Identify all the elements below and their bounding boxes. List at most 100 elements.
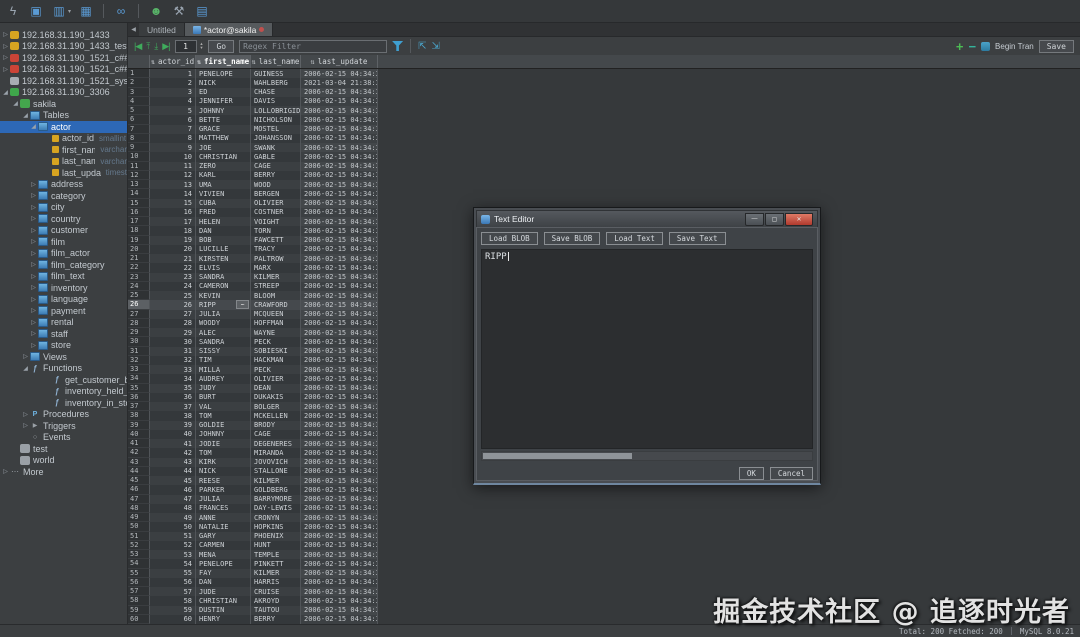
cell-actor-id[interactable]: 38 bbox=[150, 411, 196, 420]
cancel-button[interactable]: Cancel bbox=[770, 467, 813, 480]
column-item[interactable]: actor_idsmallint bbox=[0, 133, 127, 145]
row-number-cell[interactable]: 14 bbox=[128, 189, 150, 198]
cell-first-name[interactable]: BOB bbox=[196, 236, 251, 245]
save-grid-button[interactable]: Save bbox=[1039, 40, 1074, 53]
cell-last-name[interactable]: HOPKINS bbox=[251, 522, 301, 531]
cell-actor-id[interactable]: 17 bbox=[150, 217, 196, 226]
cell-last-update[interactable]: 2006-02-15 04:34:33 bbox=[301, 134, 378, 143]
cell-first-name[interactable]: NICK bbox=[196, 78, 251, 87]
row-number-cell[interactable]: 10 bbox=[128, 152, 150, 161]
cell-last-update[interactable]: 2006-02-15 04:34:33 bbox=[301, 448, 378, 457]
table-row[interactable]: 5454PENELOPEPINKETT2006-02-15 04:34:33 bbox=[128, 559, 1080, 568]
cell-last-update[interactable]: 2006-02-15 04:34:33 bbox=[301, 180, 378, 189]
tree-expand-arrow[interactable]: ▷ bbox=[29, 204, 38, 211]
table-row[interactable]: 11PENELOPEGUINESS2006-02-15 04:34:33 bbox=[128, 69, 1080, 78]
cell-last-name[interactable]: BERRY bbox=[251, 615, 301, 624]
cell-last-name[interactable]: STALLONE bbox=[251, 467, 301, 476]
cell-actor-id[interactable]: 42 bbox=[150, 448, 196, 457]
cell-actor-id[interactable]: 2 bbox=[150, 78, 196, 87]
cell-first-name[interactable]: RIPP… bbox=[196, 300, 251, 309]
tables-node[interactable]: ◢Tables bbox=[0, 110, 127, 122]
first-row-icon[interactable]: |◀ bbox=[134, 41, 141, 52]
cell-last-update[interactable]: 2006-02-15 04:34:33 bbox=[301, 596, 378, 605]
cell-last-name[interactable]: DEGENERES bbox=[251, 439, 301, 448]
tree-expand-arrow[interactable]: ◢ bbox=[11, 100, 20, 107]
load-blob-button[interactable]: Load BLOB bbox=[481, 232, 538, 245]
cell-last-name[interactable]: WAYNE bbox=[251, 328, 301, 337]
cell-last-name[interactable]: CRAWFORD bbox=[251, 300, 301, 309]
cell-first-name[interactable]: DAN bbox=[196, 226, 251, 235]
table-row[interactable]: 77GRACEMOSTEL2006-02-15 04:34:33 bbox=[128, 125, 1080, 134]
cell-actor-id[interactable]: 52 bbox=[150, 541, 196, 550]
cell-last-update[interactable]: 2006-02-15 04:34:33 bbox=[301, 97, 378, 106]
cell-last-update[interactable]: 2006-02-15 04:34:33 bbox=[301, 550, 378, 559]
cell-last-update[interactable]: 2021-03-04 21:38:33 bbox=[301, 78, 378, 87]
sort-icon[interactable]: ⇅ bbox=[151, 58, 155, 66]
cell-actor-id[interactable]: 24 bbox=[150, 282, 196, 291]
tree-expand-arrow[interactable]: ▷ bbox=[29, 181, 38, 188]
cell-first-name[interactable]: BURT bbox=[196, 393, 251, 402]
cell-first-name[interactable]: GRACE bbox=[196, 125, 251, 134]
user-manager-icon[interactable]: ☻ bbox=[148, 3, 164, 19]
cell-first-name[interactable]: PARKER bbox=[196, 485, 251, 494]
table-item[interactable]: ▷payment bbox=[0, 305, 127, 317]
delete-row-icon[interactable]: − bbox=[968, 39, 976, 54]
table-item[interactable]: ▷film_text bbox=[0, 271, 127, 283]
cell-last-update[interactable]: 2006-02-15 04:34:33 bbox=[301, 291, 378, 300]
cell-first-name[interactable]: LUCILLE bbox=[196, 245, 251, 254]
cell-actor-id[interactable]: 39 bbox=[150, 421, 196, 430]
function-item[interactable]: ƒinventory_held_by_cust... bbox=[0, 386, 127, 398]
cell-first-name[interactable]: VAL bbox=[196, 402, 251, 411]
cell-first-name[interactable]: JODIE bbox=[196, 439, 251, 448]
tab-scroll-left-icon[interactable]: ◀ bbox=[128, 23, 139, 36]
cell-last-update[interactable]: 2006-02-15 04:34:33 bbox=[301, 485, 378, 494]
cell-last-update[interactable]: 2006-02-15 04:34:33 bbox=[301, 282, 378, 291]
row-number-cell[interactable]: 46 bbox=[128, 485, 150, 494]
table-item[interactable]: ▷city bbox=[0, 202, 127, 214]
cell-first-name[interactable]: ANNE bbox=[196, 513, 251, 522]
cell-last-name[interactable]: PHOENIX bbox=[251, 532, 301, 541]
tree-expand-arrow[interactable]: ▷ bbox=[29, 273, 38, 280]
table-row[interactable]: 88MATTHEWJOHANSSON2006-02-15 04:34:33 bbox=[128, 134, 1080, 143]
cell-last-update[interactable]: 2006-02-15 04:34:33 bbox=[301, 106, 378, 115]
cell-first-name[interactable]: FRED bbox=[196, 208, 251, 217]
tree-expand-arrow[interactable]: ▷ bbox=[21, 353, 30, 360]
tree-expand-arrow[interactable]: ▷ bbox=[1, 31, 10, 38]
cell-last-name[interactable]: DEAN bbox=[251, 384, 301, 393]
row-number-cell[interactable]: 7 bbox=[128, 125, 150, 134]
cell-actor-id[interactable]: 20 bbox=[150, 245, 196, 254]
row-number-cell[interactable]: 44 bbox=[128, 467, 150, 476]
cell-last-name[interactable]: PINKETT bbox=[251, 559, 301, 568]
cell-last-update[interactable]: 2006-02-15 04:34:33 bbox=[301, 374, 378, 383]
cell-first-name[interactable]: TOM bbox=[196, 448, 251, 457]
cell-last-update[interactable]: 2006-02-15 04:34:33 bbox=[301, 319, 378, 328]
cell-actor-id[interactable]: 26 bbox=[150, 300, 196, 309]
row-number-cell[interactable]: 28 bbox=[128, 319, 150, 328]
save-text-button[interactable]: Save Text bbox=[669, 232, 726, 245]
cell-last-name[interactable]: KILMER bbox=[251, 273, 301, 282]
cell-actor-id[interactable]: 14 bbox=[150, 189, 196, 198]
row-number-cell[interactable]: 60 bbox=[128, 615, 150, 624]
cell-actor-id[interactable]: 23 bbox=[150, 273, 196, 282]
ok-button[interactable]: OK bbox=[739, 467, 764, 480]
table-row[interactable]: 1010CHRISTIANGABLE2006-02-15 04:34:33 bbox=[128, 152, 1080, 161]
cell-last-name[interactable]: DAVIS bbox=[251, 97, 301, 106]
events-node[interactable]: ○Events bbox=[0, 432, 127, 444]
cell-actor-id[interactable]: 6 bbox=[150, 115, 196, 124]
cell-actor-id[interactable]: 15 bbox=[150, 199, 196, 208]
row-number-cell[interactable]: 49 bbox=[128, 513, 150, 522]
cell-first-name[interactable]: SANDRA bbox=[196, 273, 251, 282]
cell-first-name[interactable]: JUDY bbox=[196, 384, 251, 393]
cell-last-update[interactable]: 2006-02-15 04:34:33 bbox=[301, 402, 378, 411]
cell-actor-id[interactable]: 43 bbox=[150, 458, 196, 467]
row-number-cell[interactable]: 18 bbox=[128, 226, 150, 235]
cell-last-name[interactable]: SWANK bbox=[251, 143, 301, 152]
table-row[interactable]: 99JOESWANK2006-02-15 04:34:33 bbox=[128, 143, 1080, 152]
cell-last-update[interactable]: 2006-02-15 04:34:33 bbox=[301, 384, 378, 393]
seek-back-icon[interactable]: ⤒ bbox=[146, 41, 149, 52]
cell-actor-id[interactable]: 59 bbox=[150, 606, 196, 615]
cell-last-update[interactable]: 2006-02-15 04:34:33 bbox=[301, 310, 378, 319]
cell-last-update[interactable]: 2006-02-15 04:34:33 bbox=[301, 273, 378, 282]
table-row[interactable]: 4848FRANCESDAY-LEWIS2006-02-15 04:34:33 bbox=[128, 504, 1080, 513]
cell-last-name[interactable]: MCKELLEN bbox=[251, 411, 301, 420]
